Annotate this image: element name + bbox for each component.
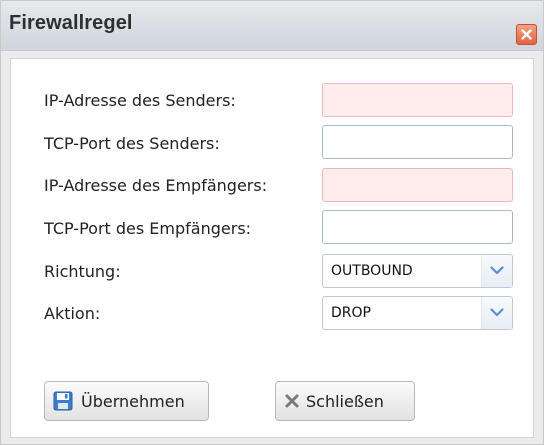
direction-dropdown-arrow[interactable]	[481, 255, 512, 287]
chevron-down-icon	[490, 266, 504, 275]
firewall-rule-dialog: Firewallregel IP-Adresse des Senders: TC…	[0, 0, 544, 445]
receiver-port-label: TCP-Port des Empfängers:	[44, 219, 252, 238]
receiver-ip-label: IP-Adresse des Empfängers:	[44, 176, 268, 195]
close-button[interactable]: Schließen	[275, 381, 415, 421]
action-select[interactable]: DROP	[322, 296, 513, 330]
sender-port-label: TCP-Port des Senders:	[44, 134, 220, 153]
sender-ip-label: IP-Adresse des Senders:	[44, 91, 236, 110]
sender-ip-input[interactable]	[322, 83, 513, 117]
close-button-label: Schließen	[306, 392, 384, 411]
sender-port-input[interactable]	[322, 125, 513, 159]
action-dropdown-arrow[interactable]	[481, 297, 512, 329]
save-icon	[53, 391, 73, 415]
close-icon	[521, 29, 532, 40]
action-value: DROP	[331, 305, 371, 321]
apply-button[interactable]: Übernehmen	[44, 381, 209, 421]
apply-button-label: Übernehmen	[81, 392, 185, 411]
direction-label: Richtung:	[44, 262, 121, 281]
receiver-ip-input[interactable]	[322, 168, 513, 202]
dialog-title: Firewallregel	[9, 12, 133, 34]
direction-value: OUTBOUND	[331, 263, 413, 279]
close-dialog-button[interactable]	[516, 24, 537, 45]
x-icon	[284, 393, 300, 413]
chevron-down-icon	[490, 308, 504, 317]
action-label: Aktion:	[44, 304, 101, 323]
receiver-port-input[interactable]	[322, 210, 513, 244]
dialog-content: IP-Adresse des Senders: TCP-Port des Sen…	[10, 58, 534, 438]
direction-select[interactable]: OUTBOUND	[322, 254, 513, 288]
dialog-titlebar[interactable]: Firewallregel	[1, 1, 543, 51]
